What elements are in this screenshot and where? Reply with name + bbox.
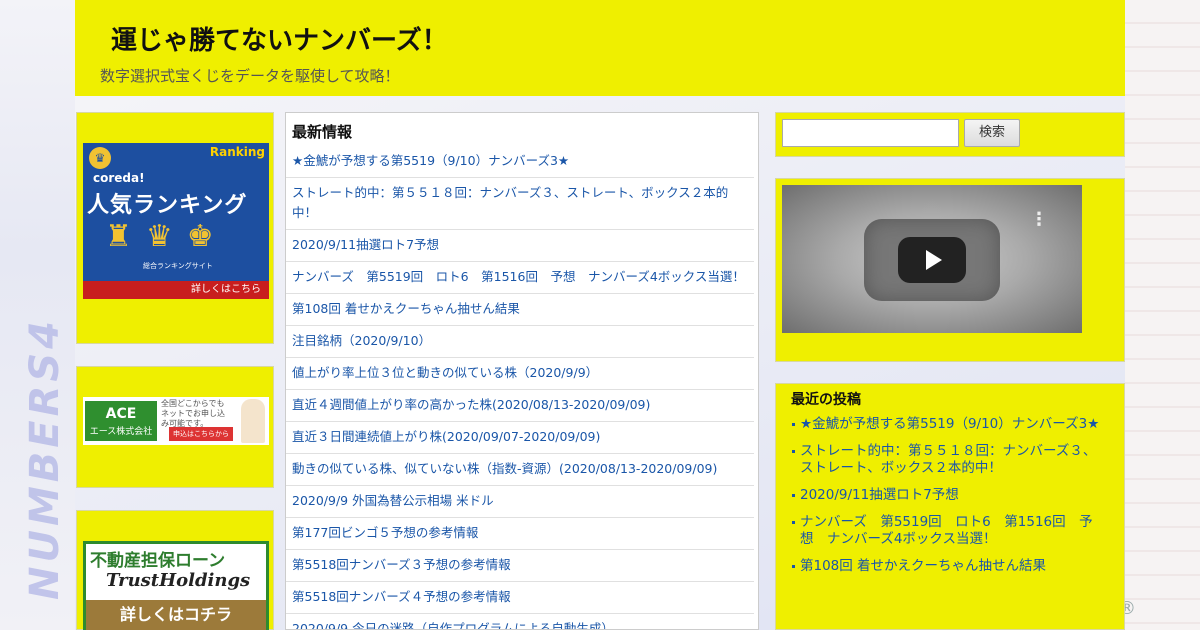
left-background-strip: NUMBERS4 bbox=[0, 0, 75, 630]
search-widget: 検索 bbox=[775, 112, 1125, 157]
news-link[interactable]: 第5518回ナンバーズ４予想の参考情報 bbox=[286, 582, 754, 614]
recent-post-text: ★金鯱が予想する第5519（9/10）ナンバーズ3★ bbox=[800, 416, 1100, 432]
crown-icon: ♛ bbox=[89, 147, 111, 169]
recent-posts-title: 最近の投稿 bbox=[791, 392, 861, 408]
news-link[interactable]: 注目銘柄（2020/9/10） bbox=[286, 326, 754, 358]
news-link[interactable]: 2020/9/9 外国為替公示相場 米ドル bbox=[286, 486, 754, 518]
recent-post-link[interactable]: ★金鯱が予想する第5519（9/10）ナンバーズ3★ bbox=[792, 416, 1112, 433]
ranking-banner-ad[interactable]: ♛ Ranking coreda! 人気ランキング ♜♛♚ 総合ランキングサイト… bbox=[83, 143, 269, 299]
news-link[interactable]: 直近３日間連続値上がり株(2020/09/07-2020/09/09) bbox=[286, 422, 754, 454]
play-icon bbox=[926, 250, 942, 270]
person-icon bbox=[241, 399, 265, 443]
ace-logo: ACE エース株式会社 bbox=[85, 401, 157, 441]
crowns-icon: ♜♛♚ bbox=[105, 219, 228, 254]
search-input[interactable] bbox=[782, 119, 959, 147]
recent-post-text: 第108回 着せかえクーちゃん抽せん結果 bbox=[800, 558, 1047, 574]
ace-company: エース株式会社 bbox=[89, 427, 153, 437]
news-link[interactable]: 2020/9/11抽選ロト7予想 bbox=[286, 230, 754, 262]
sidebar-ad-trust-box: 不動産担保ローン TrustHoldings 詳しくはコチラ bbox=[76, 510, 274, 630]
news-link[interactable]: 直近４週間値上がり率の高かった株(2020/08/13-2020/09/09) bbox=[286, 390, 754, 422]
numbers-background-text: NUMBERS4 bbox=[22, 316, 68, 600]
recent-post-link[interactable]: ストレート的中：第５５１８回：ナンバーズ３、 ストレート、ボックス２本的中！ bbox=[792, 443, 1112, 477]
recent-post-text: 2020/9/11抽選ロト7予想 bbox=[800, 487, 959, 503]
ranking-headline: 人気ランキング bbox=[87, 193, 248, 218]
ace-apply-button[interactable]: 申込はこちらから bbox=[169, 427, 233, 441]
site-title[interactable]: 運じゃ勝てないナンバーズ！ bbox=[111, 20, 448, 57]
ranking-sub: 総合ランキングサイト bbox=[143, 262, 213, 270]
search-button[interactable]: 検索 bbox=[964, 119, 1020, 147]
news-link[interactable]: 2020/9/9 今日の迷路（自作プログラムによる自動生成） bbox=[286, 614, 754, 629]
video-widget: ⋮ bbox=[775, 178, 1125, 362]
ace-banner-ad[interactable]: ACE エース株式会社 全国どこからでもネットでお申し込み可能です。 申込はこち… bbox=[83, 397, 269, 445]
news-link[interactable]: 値上がり率上位３位と動きの似ている株（2020/9/9） bbox=[286, 358, 754, 390]
recent-post-text: ストレート的中：第５５１８回：ナンバーズ３、 bbox=[800, 443, 1097, 459]
recent-posts-list: ★金鯱が予想する第5519（9/10）ナンバーズ3★ ストレート的中：第５５１８… bbox=[792, 416, 1112, 585]
sidebar-ad-ranking-box: ♛ Ranking coreda! 人気ランキング ♜♛♚ 総合ランキングサイト… bbox=[76, 112, 274, 344]
ranking-more-link[interactable]: 詳しくはこちら bbox=[83, 281, 269, 299]
latest-news-list: ★金鯱が予想する第5519（9/10）ナンバーズ3★ ストレート的中：第５５１８… bbox=[286, 146, 758, 629]
recent-post-text: ストレート、ボックス２本的中！ bbox=[800, 460, 1002, 476]
recent-post-text: 想 ナンバーズ4ボックス当選！ bbox=[800, 531, 997, 547]
recent-posts-widget: 最近の投稿 ★金鯱が予想する第5519（9/10）ナンバーズ3★ ストレート的中… bbox=[775, 383, 1125, 630]
latest-news-panel: 最新情報 ★金鯱が予想する第5519（9/10）ナンバーズ3★ ストレート的中：… bbox=[285, 112, 759, 630]
youtube-video-player[interactable]: ⋮ bbox=[782, 185, 1082, 333]
news-link[interactable]: ★金鯱が予想する第5519（9/10）ナンバーズ3★ bbox=[286, 146, 754, 178]
news-link[interactable]: 動きの似ている株、似ていない株（指数-資源）(2020/08/13-2020/0… bbox=[286, 454, 754, 486]
trust-holdings-banner-ad[interactable]: 不動産担保ローン TrustHoldings 詳しくはコチラ bbox=[83, 541, 269, 630]
recent-post-link[interactable]: 2020/9/11抽選ロト7予想 bbox=[792, 487, 1112, 504]
ranking-label: Ranking bbox=[209, 145, 265, 159]
trust-loan-label: 不動産担保ローン bbox=[90, 551, 226, 571]
play-button[interactable] bbox=[898, 237, 966, 283]
site-description: 数字選択式宝くじをデータを駆使して攻略！ bbox=[100, 67, 400, 85]
coreda-brand: coreda! bbox=[93, 171, 145, 185]
ace-logo-text: ACE bbox=[105, 406, 137, 422]
latest-news-title: 最新情報 bbox=[292, 123, 353, 141]
news-link[interactable]: ナンバーズ 第5519回 ロト6 第1516回 予想 ナンバーズ4ボックス当選！ bbox=[286, 262, 754, 294]
ace-text: 全国どこからでもネットでお申し込み可能です。 bbox=[161, 399, 225, 428]
trust-brand: TrustHoldings bbox=[106, 570, 251, 591]
news-link[interactable]: 第5518回ナンバーズ３予想の参考情報 bbox=[286, 550, 754, 582]
recent-post-link[interactable]: ナンバーズ 第5519回 ロト6 第1516回 予想 ナンバーズ4ボックス当選！ bbox=[792, 514, 1112, 548]
site-header: 運じゃ勝てないナンバーズ！ 数字選択式宝くじをデータを駆使して攻略！ bbox=[75, 0, 1125, 96]
news-link[interactable]: 第108回 着せかえクーちゃん抽せん結果 bbox=[286, 294, 754, 326]
news-link[interactable]: 第177回ビンゴ５予想の参考情報 bbox=[286, 518, 754, 550]
recent-post-link[interactable]: 第108回 着せかえクーちゃん抽せん結果 bbox=[792, 558, 1112, 575]
trust-more-button[interactable]: 詳しくはコチラ bbox=[86, 600, 266, 630]
sidebar-ad-ace-box: ACE エース株式会社 全国どこからでもネットでお申し込み可能です。 申込はこち… bbox=[76, 366, 274, 488]
recent-post-text: ナンバーズ 第5519回 ロト6 第1516回 予 bbox=[800, 514, 1093, 530]
right-background-strip bbox=[1125, 0, 1200, 630]
more-options-icon[interactable]: ⋮ bbox=[1030, 209, 1048, 230]
news-link[interactable]: ストレート的中：第５５１８回：ナンバーズ３、ストレート、ボックス２本的中！ bbox=[286, 178, 754, 230]
